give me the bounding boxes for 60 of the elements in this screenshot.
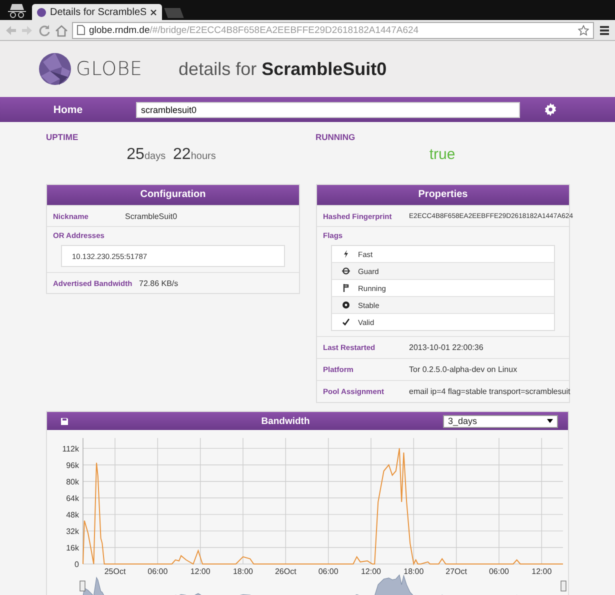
save-icon[interactable] <box>61 418 68 424</box>
x-tick-label: 18:00 <box>404 567 424 576</box>
logo-text: GLOBE <box>76 58 143 80</box>
lightning-icon <box>342 250 350 258</box>
field-value: 72.86 KB/s <box>139 278 178 288</box>
reload-icon[interactable] <box>38 24 51 36</box>
y-tick-label: 0 <box>74 560 79 569</box>
y-tick-label: 16k <box>66 543 79 552</box>
globe-logo-icon <box>38 52 72 86</box>
menu-icon[interactable] <box>598 24 611 36</box>
x-tick-label: 27Oct <box>446 567 467 576</box>
x-tick-label: 06:00 <box>318 567 338 576</box>
home-link[interactable]: Home <box>0 104 136 116</box>
address-bar[interactable]: globe.rndm.de/#/bridge/E2ECC4B8F658EA2EEBFFE29D2618182A1447A624 <box>72 22 594 38</box>
x-tick-label: 12:00 <box>190 567 210 576</box>
back-icon[interactable] <box>4 24 17 36</box>
star-icon[interactable] <box>578 24 589 36</box>
stable-icon <box>342 301 350 309</box>
home-icon[interactable] <box>55 24 68 36</box>
x-tick-label: 12:00 <box>360 567 382 576</box>
field-value: ScrambleSuit0 <box>125 212 178 220</box>
page-title: details for ScrambleSuit0 <box>178 58 387 80</box>
navigator-drawing[interactable] <box>80 574 566 595</box>
incognito-icon <box>6 2 28 18</box>
y-tick-label: 112k <box>62 444 79 454</box>
page-icon <box>77 25 85 35</box>
uptime-days: 25 <box>126 146 144 163</box>
field-value: 2013-10-01 22:00:36 <box>409 343 484 352</box>
branch-icon <box>342 284 350 292</box>
y-tick-label: 32k <box>66 526 79 536</box>
search-field[interactable]: scramblesuit0 <box>136 102 520 118</box>
y-tick-label: 48k <box>66 510 79 520</box>
running-value: true <box>429 146 456 163</box>
check-icon <box>342 318 350 326</box>
x-tick-label: 12:00 <box>532 567 552 576</box>
new-tab-button[interactable] <box>164 8 184 18</box>
x-tick-label: 06:00 <box>488 567 510 576</box>
x-tick-label: 18:00 <box>232 567 254 576</box>
x-tick-label: 26Oct <box>275 567 296 576</box>
field-value: email ip=4 flag=stable transport=scramblesuit <box>409 387 570 396</box>
y-tick-label: 96k <box>66 460 79 470</box>
x-tick-label: 25Oct <box>104 567 126 576</box>
bandwidth-title: Bandwidth <box>260 416 311 426</box>
browser-tab[interactable]: Details for ScrambleS <box>32 4 162 20</box>
y-tick-label: 80k <box>66 477 79 486</box>
panel-header: Properties <box>317 185 569 205</box>
uptime-label: UPTIME <box>46 132 80 142</box>
uptime-hours: 22 <box>173 146 191 163</box>
running-label: RUNNING <box>316 132 356 142</box>
close-icon[interactable] <box>150 8 157 16</box>
guard-icon <box>342 267 350 275</box>
hours-unit: hours <box>190 151 216 162</box>
days-unit: days <box>144 151 166 162</box>
settings-icon[interactable] <box>544 103 557 116</box>
caret-icon <box>547 419 553 423</box>
x-tick-label: 06:00 <box>148 567 168 576</box>
field-value: Tor 0.2.5.0-alpha-dev on Linux <box>409 365 518 374</box>
panel-header: Configuration <box>47 185 299 205</box>
period-dropdown[interactable]: 3_days <box>443 414 558 428</box>
y-tick-label: 64k <box>66 494 79 503</box>
